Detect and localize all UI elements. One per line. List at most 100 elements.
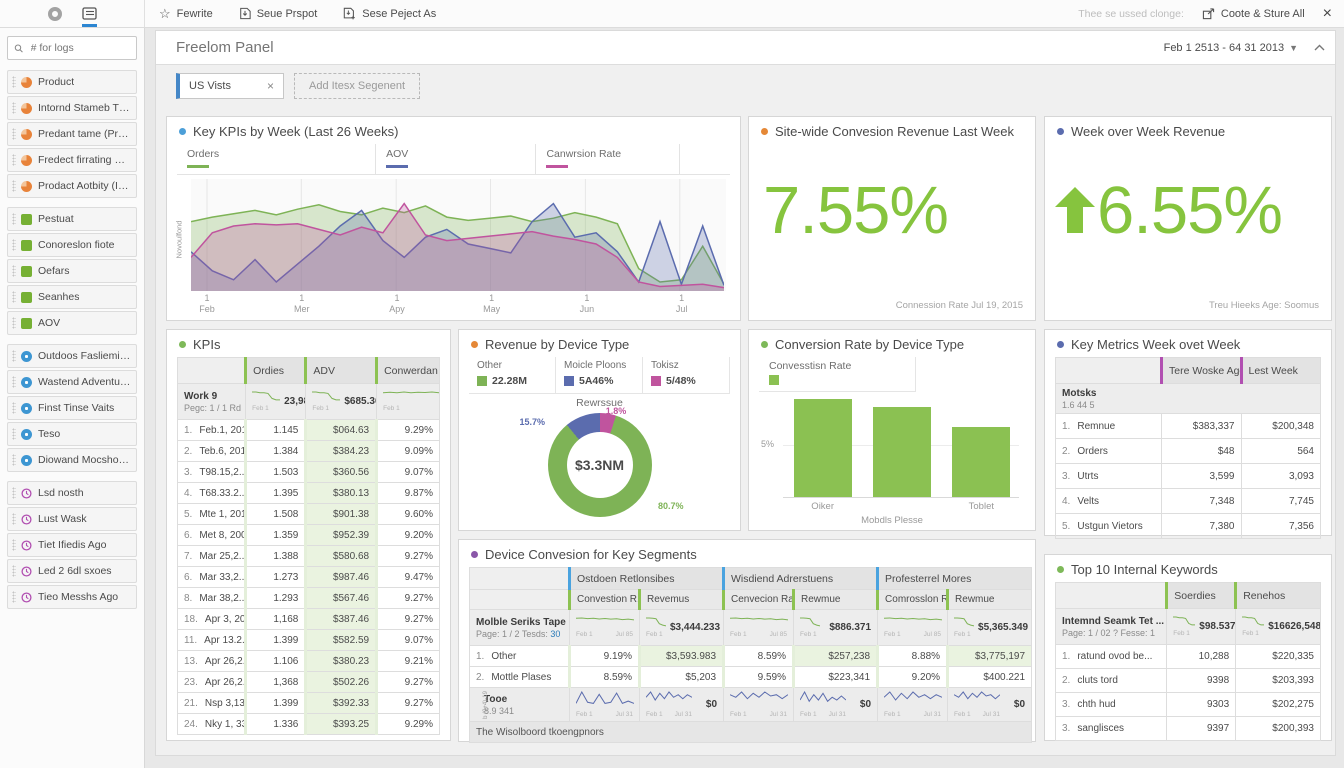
drag-handle-icon[interactable] [12,487,16,499]
table-row[interactable]: 4.T68.33.2... 1.395$380.139.87% [178,483,440,504]
favorite-button[interactable]: ☆ Fewrite [159,7,213,20]
column-header[interactable]: Rewmue [948,590,1032,610]
table-row[interactable]: 3.sanglisces 9397 $200,393 [1056,717,1321,741]
table-row[interactable]: 2.Mottle Plases8.59%$5,2039.59%$223,3419… [470,667,1032,688]
sidebar-item[interactable]: Prodact Aotbity (Ihudunt) [7,174,137,198]
sidebar-item[interactable]: Oefars [7,259,137,283]
sidebar-item[interactable]: Predant tame (Product) [7,122,137,146]
table-row[interactable]: 5.Ustgun Vietors 7,380 7,356 [1056,514,1321,539]
app-logo-icon[interactable] [48,7,62,21]
drag-handle-icon[interactable] [12,454,16,466]
column-header[interactable]: Cenvecion Rale [724,590,794,610]
table-row[interactable]: 5.Mte 1, 2013 1.508$901.389.60% [178,504,440,525]
table-row[interactable]: 18.Apr 3, 2013 1,168$387.469.27% [178,609,440,630]
drag-handle-icon[interactable] [12,128,16,140]
component-search[interactable] [7,36,137,60]
drag-handle-icon[interactable] [12,376,16,388]
sidebar-item[interactable]: Outdoos Fasliemities [7,344,137,368]
column-header[interactable]: Soerdies [1167,583,1236,609]
table-row[interactable]: 24.Nky 1, 33... 1.336$393.259.29% [178,714,440,735]
bar[interactable] [952,427,1010,497]
remove-segment-icon[interactable]: × [267,79,274,93]
sidebar-item[interactable]: Conoreslon fiote [7,233,137,257]
donut-chart[interactable]: $3.3NM 1.8% 15.7% 80.7% [548,413,652,517]
table-row[interactable]: 1.Feb.1, 2015 1.145$064.639.29% [178,420,440,441]
column-header[interactable]: Comrosslon Rate [878,590,948,610]
sidebar-item[interactable]: Pestuat [7,207,137,231]
workspace-tab[interactable] [82,0,97,27]
table-row[interactable]: 23.Apr 26,2... 1,368$502.269.27% [178,672,440,693]
table-row[interactable]: 13.Apr 26,2... 1.106$380.239.21% [178,651,440,672]
area-chart[interactable]: Novoulfond [191,179,726,291]
drag-handle-icon[interactable] [12,317,16,329]
add-segment-button[interactable]: Add Itesx Segenent [294,73,420,99]
legend-item[interactable]: Tokisz 5/48% [643,357,730,393]
segment-chip[interactable]: US Vists × [176,73,284,99]
drag-handle-icon[interactable] [12,239,16,251]
drag-handle-icon[interactable] [12,102,16,114]
column-header[interactable]: ADV [306,358,377,384]
table-row[interactable]: 1.Remnue $383,337 $200,348 [1056,414,1321,439]
sidebar-item[interactable]: AOV [7,311,137,335]
sidebar-item[interactable]: Seanhes [7,285,137,309]
legend-item[interactable]: Other 22.28M [469,357,556,393]
sidebar-item[interactable]: Tieo Messhs Ago [7,585,137,609]
table-row[interactable]: 1.ratund ovod be... 10,288 $220,335 [1056,645,1321,669]
table-row[interactable]: 11.Apr 13.2... 1.399$582.599.07% [178,630,440,651]
bar-chart[interactable]: 5% [783,392,1019,498]
table-row[interactable]: 1.Other9.19%$3,593.9838.59%$257,2388.88%… [470,646,1032,667]
drag-handle-icon[interactable] [12,350,16,362]
column-header[interactable]: Renehos [1236,583,1321,609]
column-header[interactable]: Tere Woske Ago [1162,358,1242,384]
sidebar-item[interactable]: Diowand Mocshootikp C... [7,448,137,472]
close-icon[interactable]: × [1323,6,1332,22]
legend-tab[interactable]: AOV [376,144,536,174]
sidebar-item[interactable]: Wastend Adventures [7,370,137,394]
sidebar-item[interactable]: Led 2 6dl sxoes [7,559,137,583]
segment-column-header[interactable]: Profesterrel Mores [878,568,1032,590]
share-all-button[interactable]: Coote & Sture All [1202,8,1305,20]
sidebar-item[interactable]: Lust Wask [7,507,137,531]
legend-tab[interactable]: Orders [177,144,376,174]
legend-item[interactable]: Moicle Ploons 5A46% [556,357,643,393]
sidebar-item[interactable]: Finst Tinse Vaits [7,396,137,420]
drag-handle-icon[interactable] [12,428,16,440]
bar[interactable] [794,399,852,497]
drag-handle-icon[interactable] [12,265,16,277]
table-row[interactable]: 3.Utrts 3,599 3,093 [1056,464,1321,489]
column-header[interactable]: Revemus [640,590,724,610]
table-row[interactable]: 2.cluts tord 9398 $203,393 [1056,669,1321,693]
search-input[interactable] [29,41,130,55]
table-row[interactable]: 7.Mar 25,2... 1.388$580.689.27% [178,546,440,567]
drag-handle-icon[interactable] [12,565,16,577]
date-range-picker[interactable]: Feb 1 2513 - 64 31 2013 ▼ [1164,42,1298,54]
drag-handle-icon[interactable] [12,591,16,603]
sidebar-item[interactable]: Teso [7,422,137,446]
drag-handle-icon[interactable] [12,213,16,225]
table-row[interactable]: 3.chth hud 9303 $202,275 [1056,693,1321,717]
column-header[interactable]: Rewmue [794,590,878,610]
table-row[interactable]: 2.Teb.6, 2013 1.384$384.239.09% [178,441,440,462]
drag-handle-icon[interactable] [12,402,16,414]
table-row[interactable]: 8.Mar 38,2... 1.293$567.469.27% [178,588,440,609]
drag-handle-icon[interactable] [12,76,16,88]
sidebar-item[interactable]: Product [7,70,137,94]
table-row[interactable]: 3.T98.15,2... 1.503$360.569.07% [178,462,440,483]
column-header[interactable]: Conwerdan ... [377,358,440,384]
save-project-as-button[interactable]: Sese Peject As [343,7,436,20]
panel-collapse-button[interactable] [1314,42,1325,54]
table-row[interactable]: 2.Orders $48 564 [1056,439,1321,464]
table-row[interactable]: 6.Met 8, 2003 1.359$952.399.20% [178,525,440,546]
table-row[interactable]: 6.Mar 33,2... 1.273$987.469.47% [178,567,440,588]
table-row[interactable]: 21.Nsp 3,13... 1.399$392.339.27% [178,693,440,714]
drag-handle-icon[interactable] [12,513,16,525]
segment-column-header[interactable]: Ostdoen Retlonsibes [570,568,724,590]
sidebar-item[interactable]: Lsd nosth [7,481,137,505]
column-header[interactable]: Ordies [246,358,306,384]
drag-handle-icon[interactable] [12,291,16,303]
sidebar-item[interactable]: Intornd Stameb Thum (os... [7,96,137,120]
segment-column-header[interactable]: Wisdiend Adrerstuens [724,568,878,590]
bar[interactable] [873,407,931,497]
sidebar-item[interactable]: Tiet Ifiedis Ago [7,533,137,557]
column-header[interactable]: Convestion R... [570,590,640,610]
